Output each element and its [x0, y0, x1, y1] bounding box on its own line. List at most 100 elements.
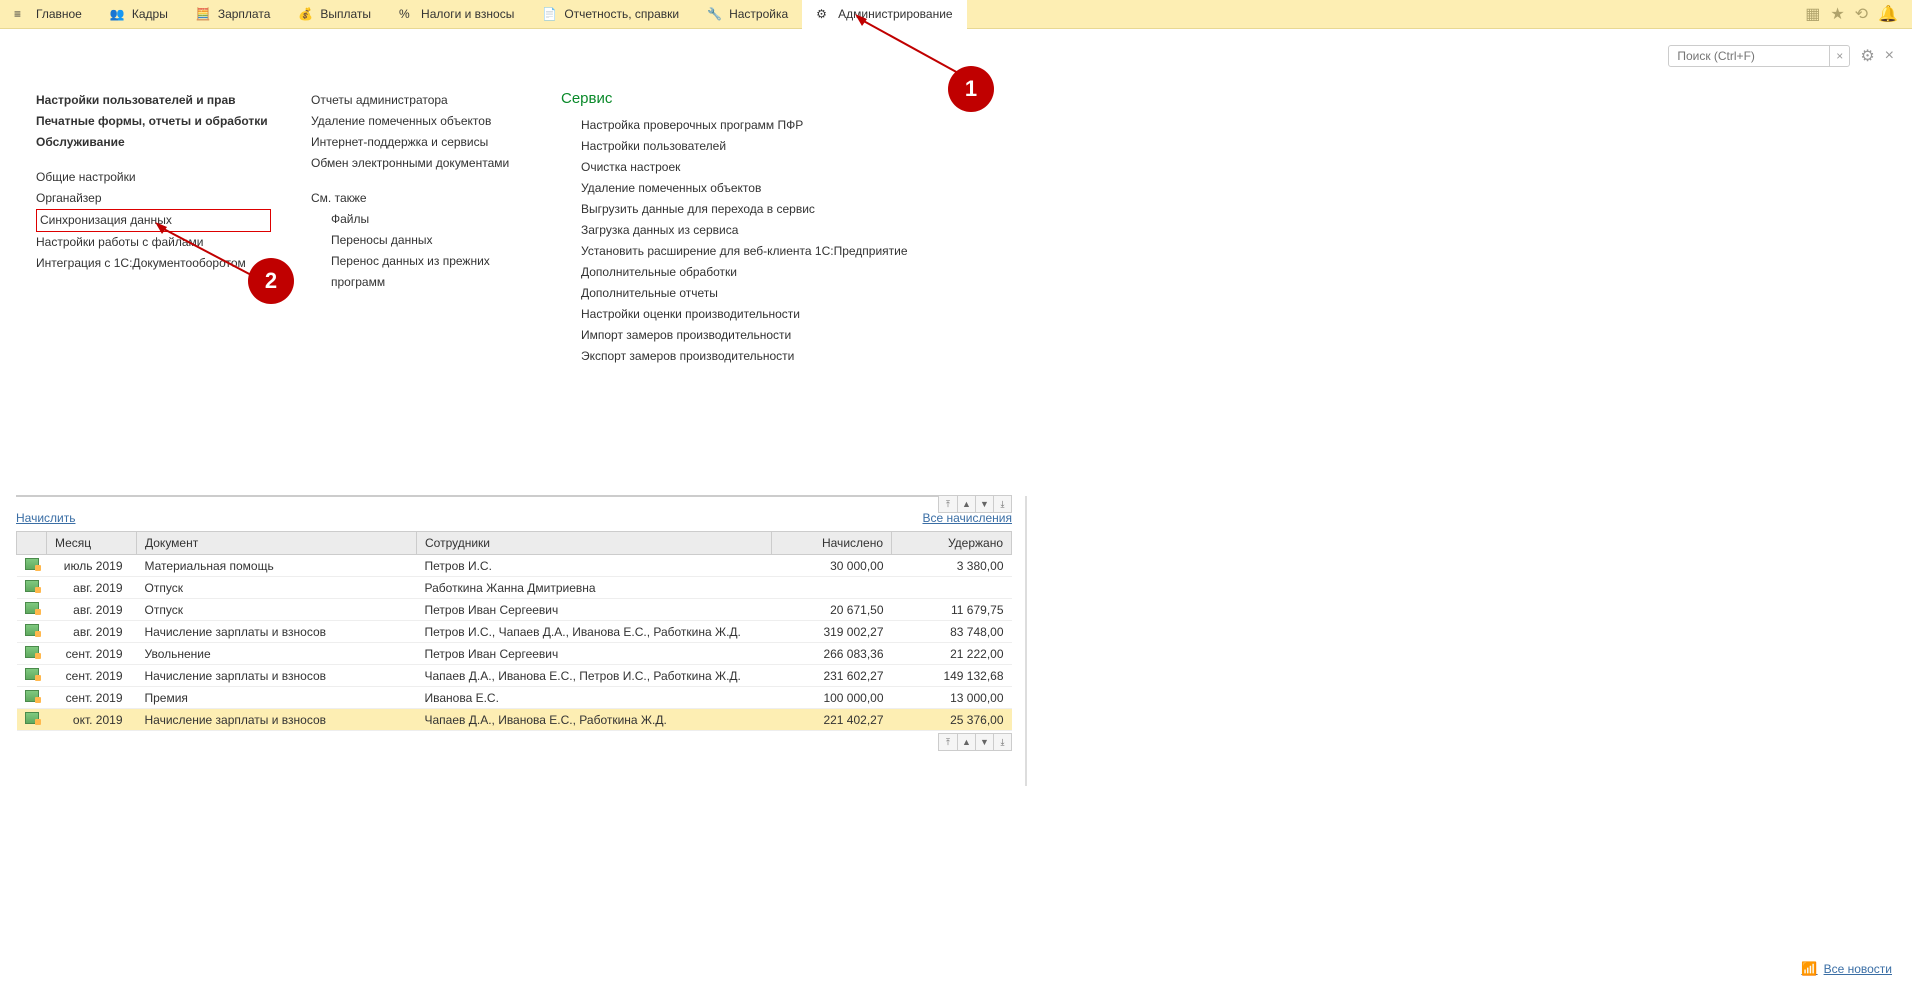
- link-organizer[interactable]: Органайзер: [36, 188, 271, 209]
- link-file-settings[interactable]: Настройки работы с файлами: [36, 232, 271, 253]
- calculator-icon: 🧮: [196, 7, 210, 21]
- cell-employees: Петров И.С., Чапаев Д.А., Иванова Е.С., …: [417, 621, 772, 643]
- payroll-table: Месяц Документ Сотрудники Начислено Удер…: [16, 531, 1012, 731]
- link-data-transfers[interactable]: Переносы данных: [331, 230, 521, 251]
- document-icon: [25, 580, 39, 592]
- nav-nastroika[interactable]: 🔧Настройка: [693, 0, 802, 29]
- cell-withheld: 3 380,00: [892, 555, 1012, 577]
- col-icon[interactable]: [17, 532, 47, 555]
- row-icon: [17, 665, 47, 687]
- nav-first-button[interactable]: ⤒: [939, 496, 957, 512]
- col-accrued[interactable]: Начислено: [772, 532, 892, 555]
- link-user-rights[interactable]: Настройки пользователей и прав: [36, 90, 271, 111]
- table-row[interactable]: авг. 2019ОтпускРаботкина Жанна Дмитриевн…: [17, 577, 1012, 599]
- nav-nalogi[interactable]: %Налоги и взносы: [385, 0, 528, 29]
- link-maintenance[interactable]: Обслуживание: [36, 132, 271, 153]
- cell-accrued: 20 671,50: [772, 599, 892, 621]
- svc-extra-processing[interactable]: Дополнительные обработки: [581, 262, 921, 283]
- link-1c-docflow[interactable]: Интеграция с 1С:Документооборотом: [36, 253, 271, 274]
- cell-employees: Чапаев Д.А., Иванова Е.С., Работкина Ж.Д…: [417, 709, 772, 731]
- cell-withheld: [892, 577, 1012, 599]
- link-compute[interactable]: Начислить: [16, 511, 75, 525]
- nav-first-button[interactable]: ⤒: [939, 734, 957, 750]
- document-icon: [25, 602, 39, 614]
- link-data-sync[interactable]: Синхронизация данных: [36, 209, 271, 232]
- link-delete-marked[interactable]: Удаление помеченных объектов: [311, 111, 521, 132]
- nav-main[interactable]: ≡Главное: [0, 0, 96, 29]
- nav-label: Главное: [36, 7, 82, 21]
- nav-zarplata[interactable]: 🧮Зарплата: [182, 0, 285, 29]
- settings-icon[interactable]: ⚙: [1860, 46, 1874, 66]
- svc-extra-reports[interactable]: Дополнительные отчеты: [581, 283, 921, 304]
- table-row[interactable]: авг. 2019Начисление зарплаты и взносовПе…: [17, 621, 1012, 643]
- nav-label: Настройка: [729, 7, 788, 21]
- grid-icon[interactable]: ▦: [1805, 4, 1820, 24]
- svc-perf-import[interactable]: Импорт замеров производительности: [581, 325, 921, 346]
- nav-otchetnost[interactable]: 📄Отчетность, справки: [528, 0, 693, 29]
- document-icon: [25, 668, 39, 680]
- svc-perf-settings[interactable]: Настройки оценки производительности: [581, 304, 921, 325]
- row-icon: [17, 577, 47, 599]
- col-employees[interactable]: Сотрудники: [417, 532, 772, 555]
- nav-down-button[interactable]: ▼: [975, 496, 993, 512]
- svc-delete-marked[interactable]: Удаление помеченных объектов: [581, 178, 921, 199]
- svc-export-service[interactable]: Выгрузить данные для перехода в сервис: [581, 199, 921, 220]
- cell-accrued: 30 000,00: [772, 555, 892, 577]
- search-clear-button[interactable]: ×: [1829, 46, 1849, 66]
- link-files[interactable]: Файлы: [331, 209, 521, 230]
- table-row[interactable]: авг. 2019ОтпускПетров Иван Сергеевич20 6…: [17, 599, 1012, 621]
- link-print-forms[interactable]: Печатные формы, отчеты и обработки: [36, 111, 271, 132]
- link-internet-support[interactable]: Интернет-поддержка и сервисы: [311, 132, 521, 153]
- cell-accrued: 100 000,00: [772, 687, 892, 709]
- nav-down-button[interactable]: ▼: [975, 734, 993, 750]
- svc-user-settings[interactable]: Настройки пользователей: [581, 136, 921, 157]
- col-document[interactable]: Документ: [137, 532, 417, 555]
- cell-document: Увольнение: [137, 643, 417, 665]
- cell-month: сент. 2019: [47, 665, 137, 687]
- nav-up-button[interactable]: ▲: [957, 496, 975, 512]
- row-icon: [17, 621, 47, 643]
- nav-last-button[interactable]: ⤓: [993, 496, 1011, 512]
- top-navbar: ≡Главное 👥Кадры 🧮Зарплата 💰Выплаты %Нало…: [0, 0, 1912, 29]
- svc-import-service[interactable]: Загрузка данных из сервиса: [581, 220, 921, 241]
- nav-label: Кадры: [132, 7, 168, 21]
- nav-right-icons: ▦ ★ ⟲ 🔔: [1805, 4, 1912, 24]
- link-admin-reports[interactable]: Отчеты администратора: [311, 90, 521, 111]
- svc-pfr-check[interactable]: Настройка проверочных программ ПФР: [581, 115, 921, 136]
- svc-clear-settings[interactable]: Очистка настроек: [581, 157, 921, 178]
- nav-last-button[interactable]: ⤓: [993, 734, 1011, 750]
- cell-document: Материальная помощь: [137, 555, 417, 577]
- bell-icon[interactable]: 🔔: [1878, 4, 1898, 24]
- search-input[interactable]: [1669, 49, 1829, 63]
- search-row: × ⚙ ×: [1668, 45, 1894, 67]
- link-all-accruals[interactable]: Все начисления: [922, 511, 1012, 525]
- cell-month: авг. 2019: [47, 621, 137, 643]
- svc-webclient-ext[interactable]: Установить расширение для веб-клиента 1С…: [581, 241, 921, 262]
- table-row[interactable]: окт. 2019Начисление зарплаты и взносовЧа…: [17, 709, 1012, 731]
- table-row[interactable]: сент. 2019УвольнениеПетров Иван Сергееви…: [17, 643, 1012, 665]
- link-legacy-transfer[interactable]: Перенос данных из прежних программ: [331, 251, 521, 293]
- link-all-news[interactable]: 📶 Все новости: [1801, 961, 1892, 977]
- svc-perf-export[interactable]: Экспорт замеров производительности: [581, 346, 921, 367]
- nav-admin[interactable]: ⚙Администрирование: [802, 0, 966, 29]
- table-row[interactable]: июль 2019Материальная помощьПетров И.С.3…: [17, 555, 1012, 577]
- nav-up-button[interactable]: ▲: [957, 734, 975, 750]
- cell-document: Премия: [137, 687, 417, 709]
- history-icon[interactable]: ⟲: [1855, 4, 1868, 24]
- link-general-settings[interactable]: Общие настройки: [36, 167, 271, 188]
- cell-employees: Чапаев Д.А., Иванова Е.С., Петров И.С., …: [417, 665, 772, 687]
- col-withheld[interactable]: Удержано: [892, 532, 1012, 555]
- close-icon[interactable]: ×: [1885, 47, 1894, 65]
- grid-nav-top: ⤒ ▲ ▼ ⤓: [938, 495, 1012, 513]
- table-row[interactable]: сент. 2019Начисление зарплаты и взносовЧ…: [17, 665, 1012, 687]
- cell-accrued: 319 002,27: [772, 621, 892, 643]
- cell-withheld: 21 222,00: [892, 643, 1012, 665]
- admin-col-1: Настройки пользователей и прав Печатные …: [36, 90, 271, 367]
- link-edoc-exchange[interactable]: Обмен электронными документами: [311, 153, 521, 174]
- col-month[interactable]: Месяц: [47, 532, 137, 555]
- nav-vyplaty[interactable]: 💰Выплаты: [284, 0, 385, 29]
- star-icon[interactable]: ★: [1830, 4, 1844, 24]
- nav-kadry[interactable]: 👥Кадры: [96, 0, 182, 29]
- table-row[interactable]: сент. 2019ПремияИванова Е.С.100 000,0013…: [17, 687, 1012, 709]
- cell-accrued: [772, 577, 892, 599]
